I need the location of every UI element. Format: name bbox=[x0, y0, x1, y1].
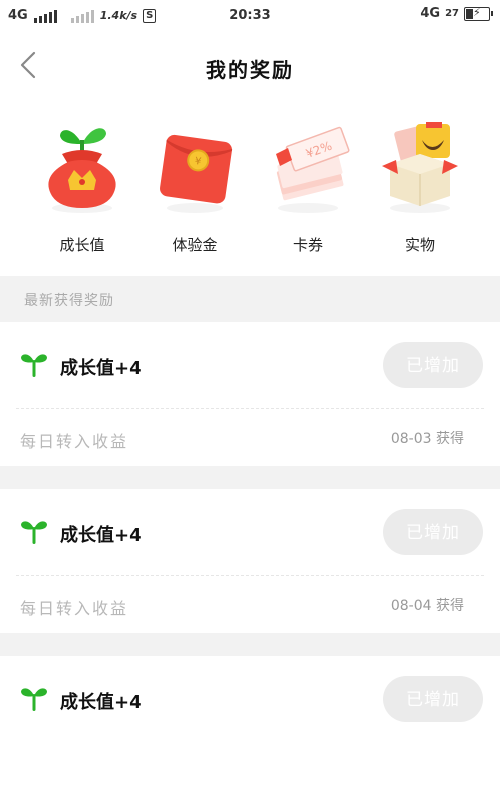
category-label: 体验金 bbox=[172, 236, 218, 254]
category-growth[interactable]: 成长值 bbox=[22, 114, 142, 264]
category-trial-fund[interactable]: ¥ 体验金 bbox=[135, 114, 255, 264]
battery-percent: 27 bbox=[445, 8, 459, 19]
growth-bag-icon bbox=[48, 128, 116, 213]
divider bbox=[16, 575, 484, 576]
status-bar: 4G 1.4k/s S 20:33 4G 27 ⚡ bbox=[0, 0, 500, 32]
sprout-icon bbox=[21, 354, 47, 377]
coupon-stack-icon: ¥2% bbox=[276, 126, 350, 213]
reward-source: 每日转入收益 bbox=[20, 599, 129, 618]
reward-title: 成长值+4 bbox=[60, 525, 142, 546]
category-row: 成长值 ¥ 体验金 ¥2% 卡券 实物 bbox=[0, 100, 500, 276]
network-right-label: 4G bbox=[420, 6, 441, 21]
gift-box-icon bbox=[382, 122, 458, 213]
reward-date: 08-04 获得 bbox=[390, 598, 464, 614]
reward-source: 每日转入收益 bbox=[20, 432, 129, 451]
battery-icon: ⚡ bbox=[464, 6, 493, 21]
reward-date: 08-03 获得 bbox=[390, 431, 464, 447]
reward-card: 成长值+4 已增加 每日转入收益 08-04 获得 bbox=[0, 489, 500, 633]
page-title: 我的奖励 bbox=[206, 58, 294, 82]
category-label: 成长值 bbox=[59, 236, 105, 254]
added-status-button[interactable]: 已增加 bbox=[383, 676, 483, 722]
reward-card: 成长值+4 已增加 bbox=[0, 656, 500, 800]
category-label: 实物 bbox=[404, 236, 435, 254]
red-envelope-icon: ¥ bbox=[160, 134, 233, 213]
header: 我的奖励 bbox=[0, 32, 500, 100]
category-label: 卡券 bbox=[292, 236, 323, 254]
sprout-icon bbox=[21, 688, 47, 711]
category-physical[interactable]: 实物 bbox=[360, 114, 480, 264]
added-status-button[interactable]: 已增加 bbox=[383, 509, 483, 555]
reward-card: 成长值+4 已增加 每日转入收益 08-03 获得 bbox=[0, 322, 500, 466]
reward-title: 成长值+4 bbox=[60, 692, 142, 713]
sprout-icon bbox=[21, 521, 47, 544]
reward-title: 成长值+4 bbox=[60, 358, 142, 379]
added-status-button[interactable]: 已增加 bbox=[383, 342, 483, 388]
section-title: 最新获得奖励 bbox=[24, 293, 114, 309]
divider bbox=[16, 408, 484, 409]
category-coupons[interactable]: ¥2% 卡券 bbox=[248, 114, 368, 264]
